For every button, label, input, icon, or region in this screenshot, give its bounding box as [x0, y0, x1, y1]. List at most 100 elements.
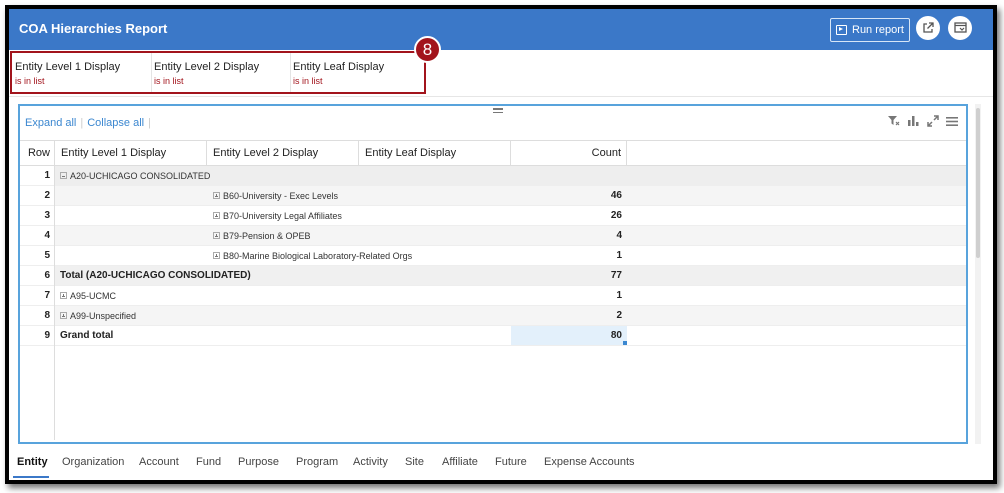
app-window: COA Hierarchies Report Run report Entity…	[5, 5, 997, 484]
row-number: 8	[20, 306, 55, 325]
tab-activity[interactable]: Activity	[353, 456, 388, 468]
level-1-cell[interactable]: A95-UCMC	[60, 286, 460, 305]
level-1-cell[interactable]: A20-UCHICAGO CONSOLIDATED	[60, 166, 460, 185]
filter-label: Entity Leaf Display	[293, 61, 385, 73]
active-tab-indicator	[13, 476, 49, 478]
level-2-label: B80-Marine Biological Laboratory-Related…	[223, 250, 413, 261]
row-number: 5	[20, 246, 55, 265]
table-row: 4 B79-Pension & OPEB 4	[20, 226, 966, 246]
expand-icon[interactable]	[927, 115, 939, 127]
panel-toolbar	[887, 115, 958, 127]
bar-chart-icon[interactable]	[907, 115, 920, 127]
filter-state: is in list	[15, 76, 45, 86]
level-2-label: B70-University Legal Affiliates	[223, 210, 342, 221]
row-number: 3	[20, 206, 55, 225]
layout-settings-button[interactable]	[948, 16, 972, 40]
col-header-level-1[interactable]: Entity Level 1 Display	[55, 141, 207, 165]
pivot-table: Row Entity Level 1 Display Entity Level …	[20, 140, 966, 346]
expand-toggle-icon[interactable]	[213, 252, 220, 259]
filter-entity-leaf[interactable]: Entity Leaf Display is in list	[290, 53, 424, 92]
level-2-label: B79-Pension & OPEB	[223, 230, 311, 241]
expand-toggle-icon[interactable]	[60, 312, 67, 319]
divider	[9, 96, 993, 97]
count-cell: 26	[610, 210, 622, 221]
filter-label: Entity Level 1 Display	[15, 61, 121, 73]
row-column-divider	[54, 140, 55, 440]
row-number: 6	[20, 266, 55, 285]
table-row: 1 A20-UCHICAGO CONSOLIDATED	[20, 166, 966, 186]
expand-toggle-icon[interactable]	[213, 212, 220, 219]
sheet-tabs: Entity Organization Account Fund Purpose…	[9, 448, 993, 480]
level-2-cell[interactable]: B80-Marine Biological Laboratory-Related…	[213, 246, 509, 265]
drag-handle-icon[interactable]	[493, 108, 503, 115]
table-row: 2 B60-University - Exec Levels 46	[20, 186, 966, 206]
level-1-label: A99-Unspecified	[70, 310, 137, 321]
tab-account[interactable]: Account	[139, 456, 179, 468]
table-row: 9 Grand total 80	[20, 326, 966, 346]
level-2-cell[interactable]: B79-Pension & OPEB	[213, 226, 503, 245]
level-1-label: A20-UCHICAGO CONSOLIDATED	[70, 170, 211, 181]
expand-toggle-icon[interactable]	[213, 232, 220, 239]
filter-icon[interactable]	[887, 115, 900, 127]
filter-entity-level-1[interactable]: Entity Level 1 Display is in list	[12, 53, 152, 92]
filter-label: Entity Level 2 Display	[154, 61, 260, 73]
tab-fund[interactable]: Fund	[196, 456, 221, 468]
count-cell: 1	[616, 250, 622, 261]
col-header-leaf[interactable]: Entity Leaf Display	[359, 141, 511, 165]
table-row: 5 B80-Marine Biological Laboratory-Relat…	[20, 246, 966, 266]
report-header-bar: COA Hierarchies Report Run report	[9, 9, 993, 50]
scrollbar-thumb[interactable]	[976, 108, 980, 258]
window-settings-icon	[953, 22, 967, 33]
tab-site[interactable]: Site	[405, 456, 424, 468]
tab-organization[interactable]: Organization	[62, 456, 124, 468]
table-header: Row Entity Level 1 Display Entity Level …	[20, 141, 966, 166]
count-cell	[511, 166, 627, 185]
expand-all-link[interactable]: Expand all	[25, 117, 76, 129]
grand-total-label: Grand total	[60, 330, 114, 341]
col-header-level-2[interactable]: Entity Level 2 Display	[207, 141, 359, 165]
expand-collapse-links: Expand all | Collapse all |	[25, 117, 151, 129]
level-2-label: B60-University - Exec Levels	[223, 190, 339, 201]
tab-purpose[interactable]: Purpose	[238, 456, 279, 468]
filter-state: is in list	[154, 76, 184, 86]
tab-entity[interactable]: Entity	[17, 456, 48, 468]
row-number: 1	[20, 166, 55, 185]
count-cell: 46	[610, 190, 622, 201]
menu-icon[interactable]	[946, 116, 958, 127]
tab-future[interactable]: Future	[495, 456, 527, 468]
collapse-all-link[interactable]: Collapse all	[87, 117, 144, 129]
subtotal-label: Total (A20-UCHICAGO CONSOLIDATED)	[60, 270, 251, 281]
row-number: 4	[20, 226, 55, 245]
row-number: 7	[20, 286, 55, 305]
collapse-toggle-icon[interactable]	[60, 172, 67, 179]
filter-state: is in list	[293, 76, 323, 86]
col-header-count[interactable]: Count	[511, 141, 627, 165]
table-row: 6 Total (A20-UCHICAGO CONSOLIDATED) 77	[20, 266, 966, 286]
filter-entity-level-2[interactable]: Entity Level 2 Display is in list	[151, 53, 291, 92]
expand-toggle-icon[interactable]	[213, 192, 220, 199]
selection-handle[interactable]	[623, 341, 627, 345]
tab-program[interactable]: Program	[296, 456, 338, 468]
open-external-button[interactable]	[916, 16, 940, 40]
level-2-cell[interactable]: B60-University - Exec Levels	[213, 186, 503, 205]
external-link-icon	[923, 22, 934, 33]
tab-affiliate[interactable]: Affiliate	[442, 456, 478, 468]
level-1-cell[interactable]: A99-Unspecified	[60, 306, 460, 325]
row-number: 9	[20, 326, 55, 345]
callout-badge: 8	[414, 36, 441, 63]
col-header-row: Row	[20, 141, 55, 165]
report-title: COA Hierarchies Report	[19, 21, 168, 36]
pivot-panel: Expand all | Collapse all | Row Entity Leve…	[18, 104, 968, 444]
row-number: 2	[20, 186, 55, 205]
level-2-cell[interactable]: B70-University Legal Affiliates	[213, 206, 503, 225]
run-report-label: Run report	[852, 24, 904, 36]
expand-toggle-icon[interactable]	[60, 292, 67, 299]
page-scrollbar[interactable]	[975, 104, 981, 444]
grand-total-count[interactable]: 80	[511, 326, 627, 345]
run-report-button[interactable]: Run report	[830, 18, 910, 42]
table-row: 3 B70-University Legal Affiliates 26	[20, 206, 966, 226]
count-cell: 1	[616, 290, 622, 301]
tab-expense-accounts[interactable]: Expense Accounts	[544, 456, 635, 468]
filter-bar: Entity Level 1 Display is in list Entity…	[10, 51, 426, 94]
count-cell: 4	[616, 230, 622, 241]
